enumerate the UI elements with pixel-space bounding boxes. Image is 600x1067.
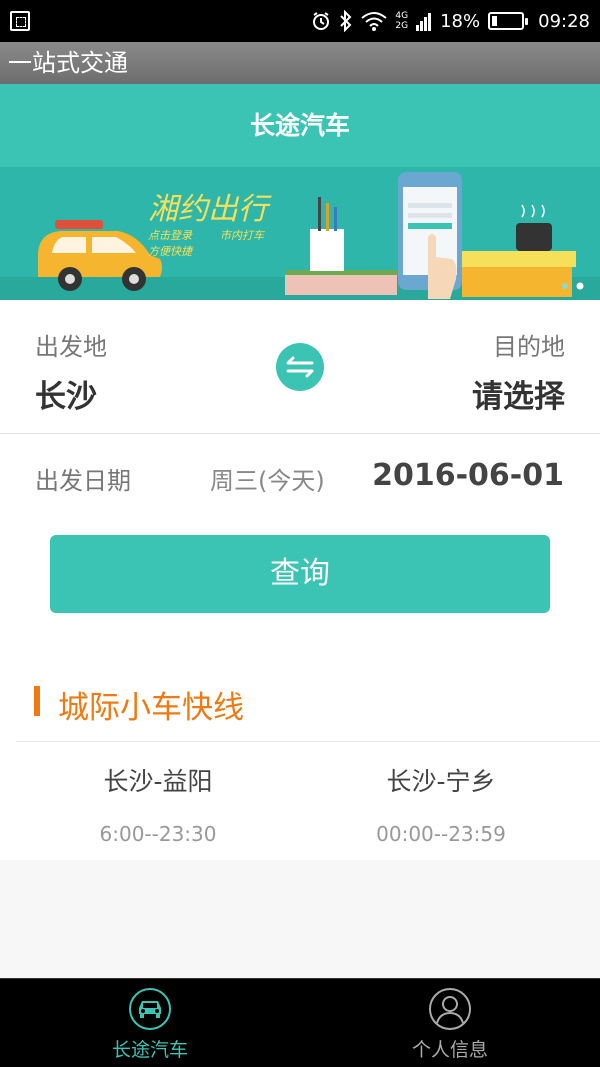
alarm-icon [313,12,330,30]
divider [16,741,600,742]
wifi-icon [361,12,388,31]
banner-tagline-1: 点击登录 [148,229,193,242]
swap-button[interactable] [276,343,324,391]
battery-percent: 18% [440,10,481,32]
route-name: 长沙-益阳 [103,767,213,796]
screenshot-icon [10,11,30,31]
section-accent-bar [34,686,40,716]
tab-long-distance-bus[interactable]: 长途汽车 [0,979,300,1067]
page-title: 长途汽车 [249,111,350,140]
route-item[interactable]: 长沙-益阳 6:00--23:30 [8,762,308,846]
tab-label: 个人信息 [411,1039,488,1061]
route-item[interactable]: 长沙-宁乡 00:00--23:59 [291,762,591,846]
car-icon [129,988,171,1030]
section-title: 城际小车快线 [58,690,244,726]
status-bar: 4G 2G 18% 09:28 [0,0,600,42]
banner-tagline-3: 方便快捷 [148,245,194,258]
promo-banner[interactable]: 湘约出行 点击登录 市内打车 方便快捷 [0,167,600,300]
route-hours: 6:00--23:30 [99,822,217,846]
origin-label: 出发地 [35,333,107,361]
app-title: 一站式交通 [8,49,128,77]
banner-tagline-2: 市内打车 [220,229,266,242]
tab-personal-info[interactable]: 个人信息 [300,979,600,1067]
origin-field[interactable]: 长沙 [35,371,97,416]
app-title-bar: 一站式交通 [0,42,600,84]
banner-slogan: 湘约出行 [148,192,272,227]
date-field[interactable]: 2016-06-01 [372,458,564,493]
signal-icon [416,13,432,31]
date-label: 出发日期 [35,467,131,495]
swap-icon [286,356,314,378]
bottom-navigation: 长途汽车 个人信息 [0,978,600,1067]
route-hours: 00:00--23:59 [376,822,506,846]
divider [0,433,600,434]
destination-label: 目的地 [493,333,565,361]
clock: 09:28 [538,10,590,32]
network-type: 4G 2G [395,11,409,31]
battery-icon [488,12,529,30]
status-icons: 4G 2G 18% 09:28 [311,0,590,42]
banner-illustration: 湘约出行 点击登录 市内打车 方便快捷 [0,167,600,300]
route-name: 长沙-宁乡 [386,767,496,796]
user-icon [429,988,471,1030]
query-button[interactable]: 查询 [50,535,550,613]
tab-label: 长途汽车 [111,1039,188,1061]
weekday-text[interactable]: 周三(今天) [210,461,325,496]
page-header: 长途汽车 [0,84,600,167]
bluetooth-icon [340,10,352,32]
destination-field[interactable]: 请选择 [472,371,565,416]
